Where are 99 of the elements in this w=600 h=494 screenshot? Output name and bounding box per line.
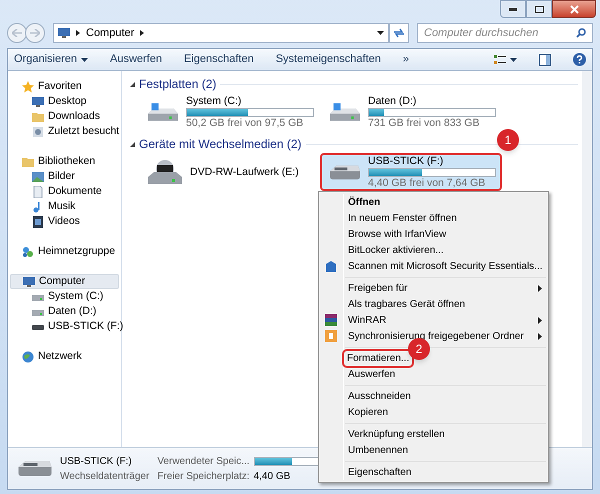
breadcrumb-arrow-icon — [76, 30, 80, 36]
nav-item[interactable]: Zuletzt besucht — [8, 124, 121, 139]
menu-item[interactable]: Verknüpfung erstellen — [319, 426, 548, 442]
toolbar-button[interactable]: Auswerfen — [110, 51, 162, 68]
toolbar-button[interactable]: Eigenschaften — [184, 51, 254, 68]
menu-item[interactable]: Kopieren — [319, 404, 548, 420]
preview-pane-icon — [539, 54, 551, 66]
usb-drive-icon — [330, 164, 360, 180]
drive-tile[interactable]: System (C:) 50,2 GB frei von 97,5 GB — [138, 93, 320, 131]
nav-item[interactable]: Computer — [10, 274, 119, 289]
folder-icon — [32, 110, 44, 122]
menu-item[interactable]: In neuem Fenster öffnen — [319, 210, 548, 226]
menu-item[interactable]: Browse with IrfanView — [319, 226, 548, 242]
toolbar-button[interactable]: » — [402, 51, 409, 68]
collapse-arrow-icon[interactable] — [130, 82, 135, 86]
nav-item[interactable]: Bibliotheken — [10, 154, 119, 169]
menu-item[interactable]: Scannen mit Microsoft Security Essentials... — [319, 258, 548, 274]
breadcrumb-arrow-icon — [140, 30, 144, 36]
toolbar-button[interactable]: Organisieren — [14, 51, 88, 68]
menu-item[interactable]: Freigeben für — [319, 280, 548, 296]
back-arrow-icon — [12, 29, 22, 37]
nav-item[interactable]: Dokumente — [8, 184, 121, 199]
drive-name: Daten (D:) — [368, 96, 418, 106]
menu-item[interactable]: Eigenschaften — [319, 464, 548, 480]
free-space-label: Freier Speicherplatz: — [157, 470, 250, 484]
preview-pane-button[interactable] — [539, 54, 551, 66]
nav-item[interactable]: Bilder — [8, 169, 121, 184]
dropdown-arrow-icon — [510, 58, 517, 62]
nav-item[interactable]: Videos — [8, 214, 121, 229]
image-icon — [32, 170, 44, 182]
menu-item[interactable]: Auswerfen — [319, 366, 548, 382]
drive-name: DVD-RW-Laufwerk (E:) — [190, 166, 299, 178]
minimize-button[interactable] — [500, 0, 526, 18]
drive-tile[interactable]: DVD-RW-Laufwerk (E:) — [138, 153, 320, 191]
forward-arrow-icon — [30, 29, 40, 37]
address-field[interactable]: Computer — [53, 23, 389, 43]
help-button[interactable] — [573, 53, 586, 66]
group-header[interactable]: Geräte mit Wechselmedien (2) — [139, 137, 302, 151]
close-button[interactable] — [552, 0, 596, 18]
menu-item[interactable]: Öffnen — [319, 194, 548, 210]
search-field[interactable]: Computer durchsuchen — [417, 23, 593, 43]
free-space-text: 4,40 GB frei von 7,64 GB — [368, 178, 486, 188]
view-options-button[interactable] — [494, 54, 517, 66]
menu-item[interactable]: BitLocker aktivieren... — [319, 242, 548, 258]
maximize-button[interactable] — [526, 0, 552, 18]
minimize-icon — [509, 8, 517, 10]
maximize-icon — [534, 6, 544, 12]
monitor-icon — [32, 96, 44, 108]
drive-tile[interactable]: USB-STICK (F:) 4,40 GB frei von 7,64 GB — [320, 153, 502, 191]
nav-item[interactable]: Desktop — [8, 94, 121, 109]
used-space-label: Verwendeter Speic... — [157, 454, 250, 468]
hard-drive-icon — [148, 102, 178, 122]
refresh-icon — [393, 28, 405, 38]
device-type: Wechseldatenträger — [60, 470, 150, 484]
monitor-icon — [23, 276, 35, 288]
collapse-arrow-icon[interactable] — [130, 142, 135, 146]
dropdown-arrow-icon — [377, 31, 384, 35]
document-icon — [32, 186, 44, 198]
breadcrumb-item[interactable]: Computer — [86, 24, 134, 42]
network-icon — [22, 246, 34, 258]
drive-tile[interactable]: Daten (D:) 731 GB frei von 833 GB — [320, 93, 502, 131]
device-name: USB-STICK (F:) — [60, 454, 133, 468]
submenu-arrow-icon — [538, 332, 542, 340]
submenu-arrow-icon — [538, 284, 542, 292]
nav-item[interactable]: Heimnetzgruppe — [10, 244, 119, 259]
film-icon — [32, 216, 44, 228]
free-space-value: 4,40 GB — [254, 470, 290, 484]
folder-icon — [22, 156, 34, 168]
refresh-button[interactable] — [389, 23, 409, 43]
menu-item[interactable]: Umbenennen — [319, 442, 548, 458]
nav-item[interactable]: Netzwerk — [10, 349, 119, 364]
dvd-drive-icon — [148, 160, 182, 184]
monitor-icon — [58, 27, 70, 39]
hard-drive-icon — [330, 102, 360, 122]
free-space-text: 731 GB frei von 833 GB — [368, 118, 480, 128]
books-icon — [325, 314, 337, 326]
nav-item[interactable]: USB-STICK (F:) — [8, 319, 121, 334]
search-icon — [576, 28, 586, 38]
menu-item[interactable]: Als tragbares Gerät öffnen — [319, 296, 548, 312]
usb-drive-icon — [18, 461, 52, 476]
drive-name: System (C:) — [186, 96, 242, 106]
nav-item[interactable]: Daten (D:) — [8, 304, 121, 319]
nav-item[interactable]: Downloads — [8, 109, 121, 124]
globe-icon — [22, 350, 34, 362]
star-icon — [22, 80, 34, 92]
view-list-icon — [494, 54, 506, 66]
toolbar-button[interactable]: Systemeigenschaften — [276, 51, 381, 68]
dropdown-arrow-icon — [80, 58, 88, 62]
free-space-text: 50,2 GB frei von 97,5 GB — [186, 118, 304, 128]
help-icon — [573, 53, 586, 66]
menu-item[interactable]: WinRAR — [319, 312, 548, 328]
drive-name: USB-STICK (F:) — [368, 156, 444, 166]
group-header[interactable]: Festplatten (2) — [139, 77, 216, 91]
menu-item[interactable]: Ausschneiden — [319, 388, 548, 404]
close-icon — [570, 4, 578, 14]
submenu-arrow-icon — [538, 316, 542, 324]
nav-item[interactable]: Favoriten — [10, 79, 119, 94]
nav-item[interactable]: Musik — [8, 199, 121, 214]
nav-item[interactable]: System (C:) — [8, 289, 121, 304]
